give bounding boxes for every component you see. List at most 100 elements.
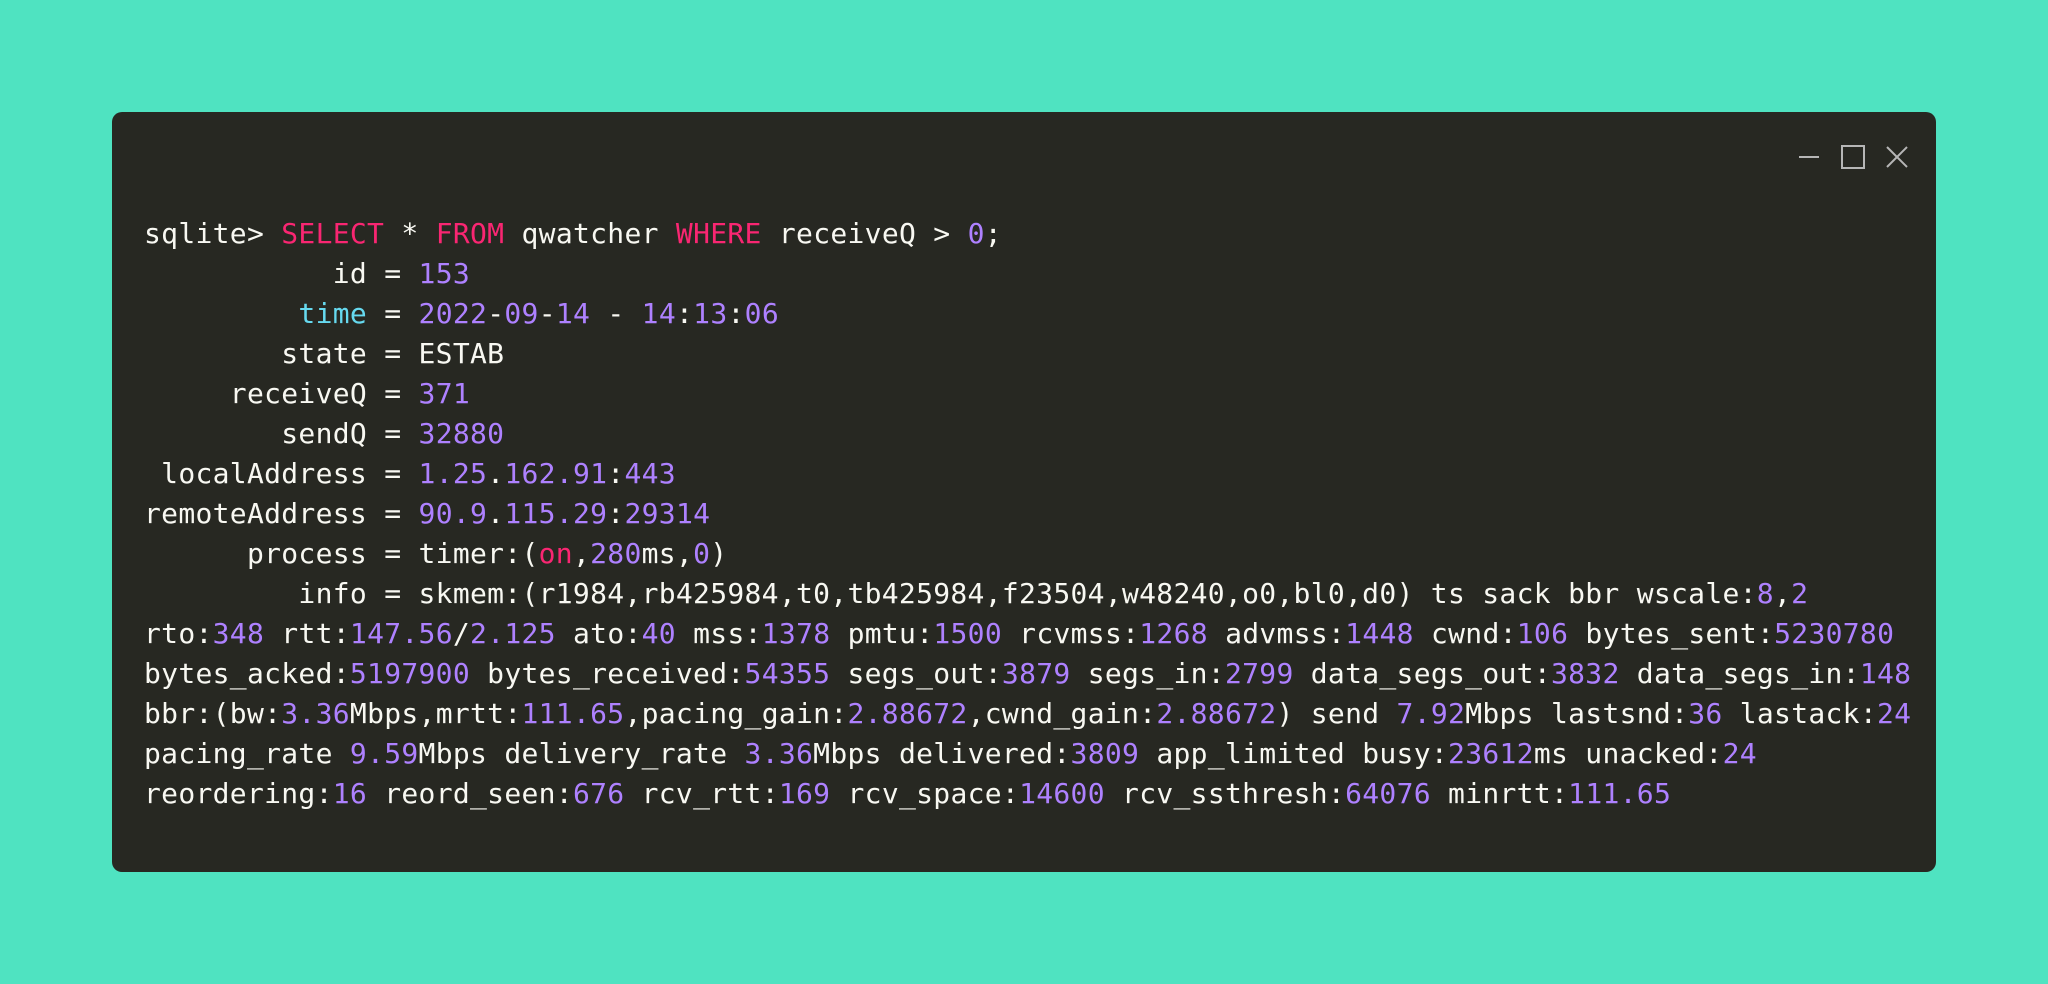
terminal-line: state = ESTAB [144, 334, 1911, 374]
terminal-text: reord_seen: [367, 777, 573, 810]
numeric-value: 24 [1722, 737, 1757, 770]
numeric-value: 40 [641, 617, 676, 650]
terminal-text: rtt: [264, 617, 350, 650]
numeric-value: 115.29 [504, 497, 608, 530]
terminal-text: - [487, 297, 505, 330]
numeric-value: 2 [1791, 577, 1809, 610]
numeric-value: 14 [555, 297, 591, 330]
numeric-value: 2.125 [470, 617, 556, 650]
numeric-value: 3879 [1001, 657, 1071, 690]
numeric-value: 32880 [418, 417, 505, 450]
terminal-text: rcv_space: [830, 777, 1020, 810]
terminal-line: info = skmem:(r1984,rb425984,t0,tb425984… [144, 574, 1911, 614]
terminal-text: ato: [555, 617, 642, 650]
terminal-text: ) [710, 537, 728, 570]
terminal-line: bbr:(bw:3.36Mbps,mrtt:111.65,pacing_gain… [144, 694, 1911, 734]
terminal-text: - [538, 297, 556, 330]
maximize-button[interactable] [1838, 142, 1868, 172]
terminal-line: reordering:16 reord_seen:676 rcv_rtt:169… [144, 774, 1911, 814]
terminal-text: ms unacked: [1533, 737, 1723, 770]
numeric-value: 23612 [1448, 737, 1534, 770]
terminal-text: id = [144, 257, 419, 290]
numeric-value: 443 [624, 457, 676, 490]
numeric-value: 14 [641, 297, 676, 330]
terminal-text: rcv_rtt: [624, 777, 779, 810]
numeric-value: 3832 [1550, 657, 1620, 690]
sql-keyword: SELECT [281, 217, 385, 250]
terminal-text: : [727, 297, 745, 330]
terminal-text: process = timer:( [144, 537, 539, 570]
terminal-line: sqlite> SELECT * FROM qwatcher WHERE rec… [144, 214, 1911, 254]
sql-keyword: WHERE [675, 217, 762, 250]
terminal-text: advmss: [1207, 617, 1346, 650]
numeric-value: 348 [212, 617, 265, 650]
numeric-value: 3809 [1070, 737, 1140, 770]
terminal-text: rcvmss: [1002, 617, 1140, 650]
terminal-text: Mbps delivery_rate [418, 737, 745, 770]
numeric-value: 90.9 [418, 497, 488, 530]
terminal-window: sqlite> SELECT * FROM qwatcher WHERE rec… [112, 112, 1936, 872]
terminal-text: remoteAddress = [144, 497, 419, 530]
numeric-value: 1268 [1139, 617, 1208, 650]
numeric-value: 111.65 [1568, 777, 1672, 810]
numeric-value: 371 [418, 377, 471, 410]
sql-keyword: FROM [435, 217, 505, 250]
terminal-line: process = timer:(on,280ms,0) [144, 534, 1911, 574]
numeric-value: 153 [418, 257, 471, 290]
terminal-text: ms, [641, 537, 694, 570]
terminal-text: sendQ = [144, 417, 419, 450]
terminal-text: sqlite> [144, 217, 282, 250]
terminal-text: : [607, 457, 625, 490]
numeric-value: 2022 [418, 297, 488, 330]
terminal-text: . [487, 457, 505, 490]
terminal-text: pacing_rate [144, 737, 350, 770]
numeric-value: 64076 [1345, 777, 1431, 810]
terminal-text: receiveQ = [144, 377, 419, 410]
close-icon [1886, 146, 1908, 168]
terminal-output[interactable]: sqlite> SELECT * FROM qwatcher WHERE rec… [144, 214, 1911, 814]
terminal-text: , [572, 537, 591, 570]
terminal-text: segs_out: [830, 657, 1002, 690]
terminal-text: data_segs_out: [1293, 657, 1551, 690]
terminal-text: rto: [144, 617, 213, 650]
numeric-value: 7.92 [1396, 697, 1466, 730]
numeric-value: 3.36 [744, 737, 814, 770]
minimize-button[interactable] [1794, 142, 1824, 172]
terminal-text: info = skmem:(r1984,rb425984,t0,tb425984… [144, 577, 1757, 610]
terminal-text: ,pacing_gain: [624, 697, 848, 730]
terminal-line: sendQ = 32880 [144, 414, 1911, 454]
numeric-value: 162.91 [504, 457, 608, 490]
terminal-text: bbr:(bw: [144, 697, 282, 730]
numeric-value: 29314 [624, 497, 711, 530]
terminal-text: pmtu: [830, 617, 934, 650]
terminal-text: receiveQ > [761, 217, 968, 250]
close-button[interactable] [1882, 142, 1912, 172]
numeric-value: 2.88672 [847, 697, 968, 730]
terminal-text: app_limited busy: [1139, 737, 1449, 770]
numeric-value: 148 [1859, 657, 1912, 690]
terminal-text: lastack: [1722, 697, 1877, 730]
terminal-text: localAddress = [144, 457, 419, 490]
numeric-value: 09 [504, 297, 539, 330]
numeric-value: 2.88672 [1156, 697, 1277, 730]
terminal-text: data_segs_in: [1619, 657, 1860, 690]
terminal-line: localAddress = 1.25.162.91:443 [144, 454, 1911, 494]
numeric-value: 0 [693, 537, 711, 570]
numeric-value: 169 [778, 777, 831, 810]
terminal-text: minrtt: [1430, 777, 1569, 810]
numeric-value: 06 [744, 297, 779, 330]
terminal-text: ,cwnd_gain: [967, 697, 1157, 730]
window-controls [1794, 142, 1912, 172]
numeric-value: 5230780 [1774, 617, 1895, 650]
numeric-value: 676 [572, 777, 625, 810]
numeric-value: 1500 [933, 617, 1002, 650]
terminal-text: state = ESTAB [144, 337, 505, 370]
numeric-value: 14600 [1019, 777, 1105, 810]
numeric-value: 2799 [1224, 657, 1294, 690]
terminal-line: pacing_rate 9.59Mbps delivery_rate 3.36M… [144, 734, 1911, 774]
numeric-value: 16 [332, 777, 368, 810]
terminal-text: Mbps,mrtt: [349, 697, 522, 730]
numeric-value: 0 [967, 217, 985, 250]
numeric-value: 111.65 [521, 697, 625, 730]
sql-keyword: on [538, 537, 573, 570]
